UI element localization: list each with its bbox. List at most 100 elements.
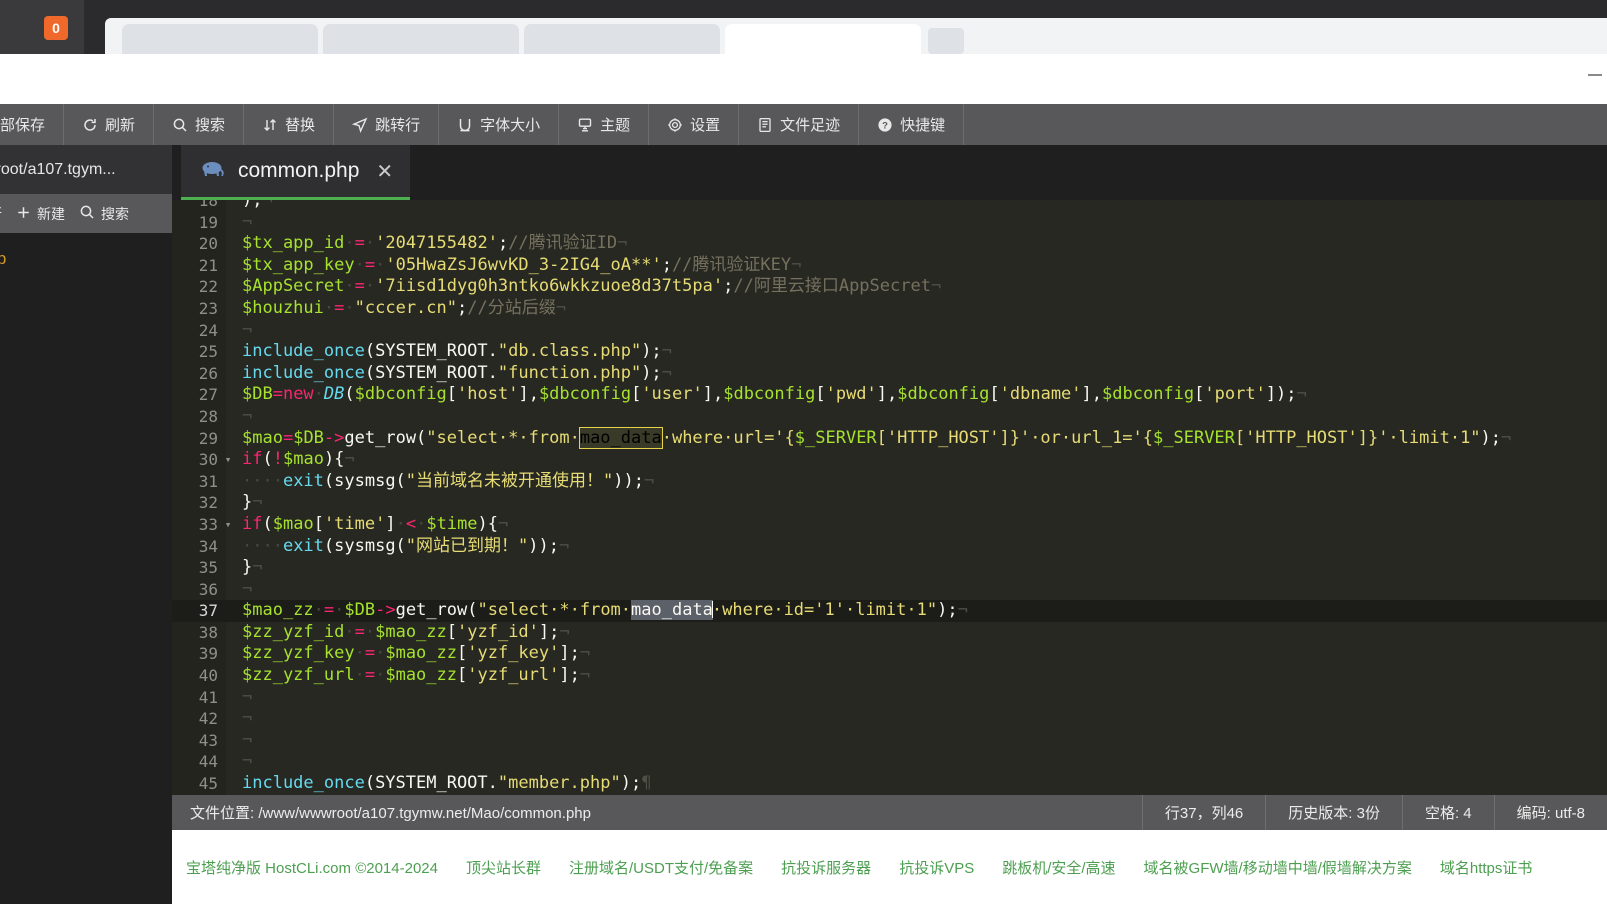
code-token: $zz_yzf_url bbox=[242, 665, 355, 686]
footer-link[interactable]: 域名被GFW墙/移动墙中墙/假墙解决方案 bbox=[1144, 857, 1412, 878]
browser-tab[interactable] bbox=[323, 24, 519, 54]
code-token: · bbox=[323, 297, 335, 318]
code-token: ){ bbox=[477, 513, 499, 534]
code-line[interactable]: 30 ▾ if(!$mao){¬ bbox=[172, 449, 1607, 471]
code-token: · bbox=[354, 254, 365, 275]
code-text-area[interactable]: 18),¬ 19 ¬ 20 $tx_app_id·=·'2047155482';//腾讯… bbox=[172, 200, 1607, 795]
code-line-text: ¬ bbox=[242, 320, 252, 342]
code-token: //分站后缀 bbox=[467, 297, 556, 318]
code-token: ¬ bbox=[252, 492, 263, 513]
code-token: · bbox=[354, 643, 365, 664]
file-sidebar: wroot/a107.tgym... 所新建搜索 phphphphp bbox=[0, 145, 172, 830]
code-line[interactable]: 22 $AppSecret·=·'7iisd1dyg0h3ntko6wkkzuoe… bbox=[172, 276, 1607, 298]
code-line[interactable]: 26 include_once(SYSTEM_ROOT."function.php… bbox=[172, 363, 1607, 385]
footer-brand-link[interactable]: 宝塔纯净版 HostCLi.com ©2014-2024 bbox=[186, 857, 438, 878]
code-line[interactable]: 20 $tx_app_id·=·'2047155482';//腾讯验证ID¬ bbox=[172, 233, 1607, 255]
code-line[interactable]: 18),¬ bbox=[172, 200, 1607, 212]
status-cell[interactable]: 空格: 4 bbox=[1401, 795, 1494, 830]
browser-tab[interactable] bbox=[122, 24, 318, 54]
line-number: 43 bbox=[198, 730, 218, 750]
code-token: (SYSTEM_ROOT. bbox=[364, 773, 498, 794]
minimize-icon[interactable] bbox=[1588, 74, 1602, 76]
code-line[interactable]: 32}¬ bbox=[172, 492, 1607, 514]
code-line[interactable]: 42 ¬ bbox=[172, 708, 1607, 730]
code-line[interactable]: 41 ¬ bbox=[172, 687, 1607, 709]
code-line-text: $houzhui·=·"cccer.cn";//分站后缀¬ bbox=[242, 298, 566, 320]
footer-link[interactable]: 域名https证书 bbox=[1440, 857, 1533, 878]
code-line[interactable]: 33 ▾ if($mao['time']·<·$time){¬ bbox=[172, 514, 1607, 536]
code-line[interactable]: 27 $DB=new·DB($dbconfig['host'],$dbconfig… bbox=[172, 384, 1607, 406]
footer-link[interactable]: 顶尖站长群 bbox=[466, 857, 541, 878]
toolbar-item-replace[interactable]: 替换 bbox=[244, 104, 335, 145]
code-token: "function.php" bbox=[497, 362, 642, 383]
toolbar-item-help[interactable]: ? 快捷键 bbox=[859, 104, 965, 145]
status-cell[interactable]: 历史版本: 3份 bbox=[1265, 795, 1402, 830]
toolbar-item-font-size[interactable]: 字体大小 bbox=[439, 104, 560, 145]
browser-tab-active[interactable] bbox=[725, 24, 921, 54]
code-token: $dbconfig bbox=[538, 384, 632, 405]
close-icon[interactable]: ✕ bbox=[376, 159, 393, 184]
toolbar-item-goto-line[interactable]: 跳转行 bbox=[334, 104, 440, 145]
code-line[interactable]: 40 $zz_yzf_url·=·$mao_zz['yzf_url'];¬ bbox=[172, 665, 1607, 687]
code-token: · bbox=[364, 233, 376, 254]
status-cell[interactable]: 行37，列46 bbox=[1141, 795, 1265, 830]
code-line[interactable]: 28 ¬ bbox=[172, 406, 1607, 428]
new-tab-button[interactable] bbox=[928, 28, 964, 54]
code-line[interactable]: 34 ····exit(sysmsg("网站已到期！"));¬ bbox=[172, 536, 1607, 558]
code-token: = bbox=[323, 600, 335, 621]
sidebar-action-refresh[interactable]: 所 bbox=[0, 204, 16, 224]
code-line[interactable]: 45 include_once(SYSTEM_ROOT."member.php")… bbox=[172, 773, 1607, 795]
footer-link[interactable]: 注册域名/USDT支付/免备案 bbox=[569, 857, 753, 878]
toolbar-item-refresh[interactable]: 刷新 bbox=[64, 104, 155, 145]
sidebar-file-item[interactable]: hp bbox=[0, 275, 172, 308]
sidebar-file-item[interactable]: hp bbox=[0, 341, 172, 374]
code-token: ¬ bbox=[252, 557, 263, 578]
footer-link[interactable]: 抗投诉VPS bbox=[899, 857, 974, 878]
toolbar-item-save[interactable]: 部保存 bbox=[0, 104, 65, 145]
line-number: 30 bbox=[198, 450, 218, 470]
toolbar-item-search[interactable]: 搜索 bbox=[154, 104, 245, 145]
sidebar-action-plus[interactable]: 新建 bbox=[16, 204, 79, 224]
code-token: ¬ bbox=[644, 470, 655, 491]
sidebar-action-search[interactable]: 搜索 bbox=[79, 204, 129, 224]
code-line[interactable]: 25 include_once(SYSTEM_ROOT."db.class.php… bbox=[172, 341, 1607, 363]
code-line[interactable]: 36 ¬ bbox=[172, 579, 1607, 601]
code-line[interactable]: 21 $tx_app_key·=·'05HwaZsJ6wvKD_3-2IG4_oA… bbox=[172, 255, 1607, 277]
notification-badge[interactable]: 0 bbox=[44, 16, 68, 40]
line-number: 28 bbox=[198, 406, 218, 426]
code-fold-toggle[interactable]: ▾ bbox=[222, 514, 234, 536]
sidebar-file-item[interactable]: hp bbox=[0, 308, 172, 341]
code-token: $tx_app_id bbox=[242, 233, 345, 254]
code-fold-toggle[interactable]: ▾ bbox=[222, 449, 234, 471]
line-number: 23 bbox=[198, 298, 218, 318]
code-line[interactable]: 39 $zz_yzf_key·=·$mao_zz['yzf_key'];¬ bbox=[172, 643, 1607, 665]
code-line[interactable]: 43 ¬ bbox=[172, 730, 1607, 752]
editor-tab-common-php[interactable]: common.php ✕ bbox=[181, 145, 411, 200]
code-token: ['HTTP_HOST']}'·limit·1" bbox=[1234, 427, 1481, 448]
code-line[interactable]: 31 ····exit(sysmsg("当前域名未被开通使用！"));¬ bbox=[172, 471, 1607, 493]
code-line[interactable]: 38 $zz_yzf_id·=·$mao_zz['yzf_id'];¬ bbox=[172, 622, 1607, 644]
browser-tab[interactable] bbox=[524, 24, 720, 54]
code-line[interactable]: 35}¬ bbox=[172, 557, 1607, 579]
code-line[interactable]: 23 $houzhui·=·"cccer.cn";//分站后缀¬ bbox=[172, 298, 1607, 320]
footer-link[interactable]: 跳板机/安全/高速 bbox=[1002, 857, 1115, 878]
code-line[interactable]: 29 $mao=$DB->get_row("select·*·from·mao_d… bbox=[172, 426, 1607, 450]
toolbar-item-file-history[interactable]: 文件足迹 bbox=[739, 104, 860, 145]
toolbar-item-gear[interactable]: 设置 bbox=[649, 104, 740, 145]
code-line[interactable]: 24 ¬ bbox=[172, 320, 1607, 342]
footer-link[interactable]: 抗投诉服务器 bbox=[781, 857, 871, 878]
editor-tab-bar: common.php ✕ bbox=[172, 145, 1607, 200]
toolbar-item-label: 文件足迹 bbox=[780, 117, 841, 134]
code-token: ){ bbox=[323, 449, 345, 470]
code-line[interactable]: 44 ¬ bbox=[172, 751, 1607, 773]
sidebar-path[interactable]: wroot/a107.tgym... bbox=[0, 145, 172, 194]
code-line-text: ····exit(sysmsg("当前域名未被开通使用！"));¬ bbox=[242, 471, 654, 493]
code-line[interactable]: 19 ¬ bbox=[172, 212, 1607, 234]
status-cell[interactable]: 编码: utf-8 bbox=[1493, 795, 1607, 830]
code-line-active[interactable]: 37 $mao_zz·=·$DB->get_row("select·*·from·… bbox=[172, 600, 1607, 622]
code-line-text: ¬ bbox=[242, 212, 252, 234]
sidebar-file-item[interactable]: php bbox=[0, 242, 172, 275]
code-token: < bbox=[405, 513, 417, 534]
toolbar-item-theme[interactable]: 主题 bbox=[559, 104, 650, 145]
code-token: ] bbox=[385, 513, 396, 534]
